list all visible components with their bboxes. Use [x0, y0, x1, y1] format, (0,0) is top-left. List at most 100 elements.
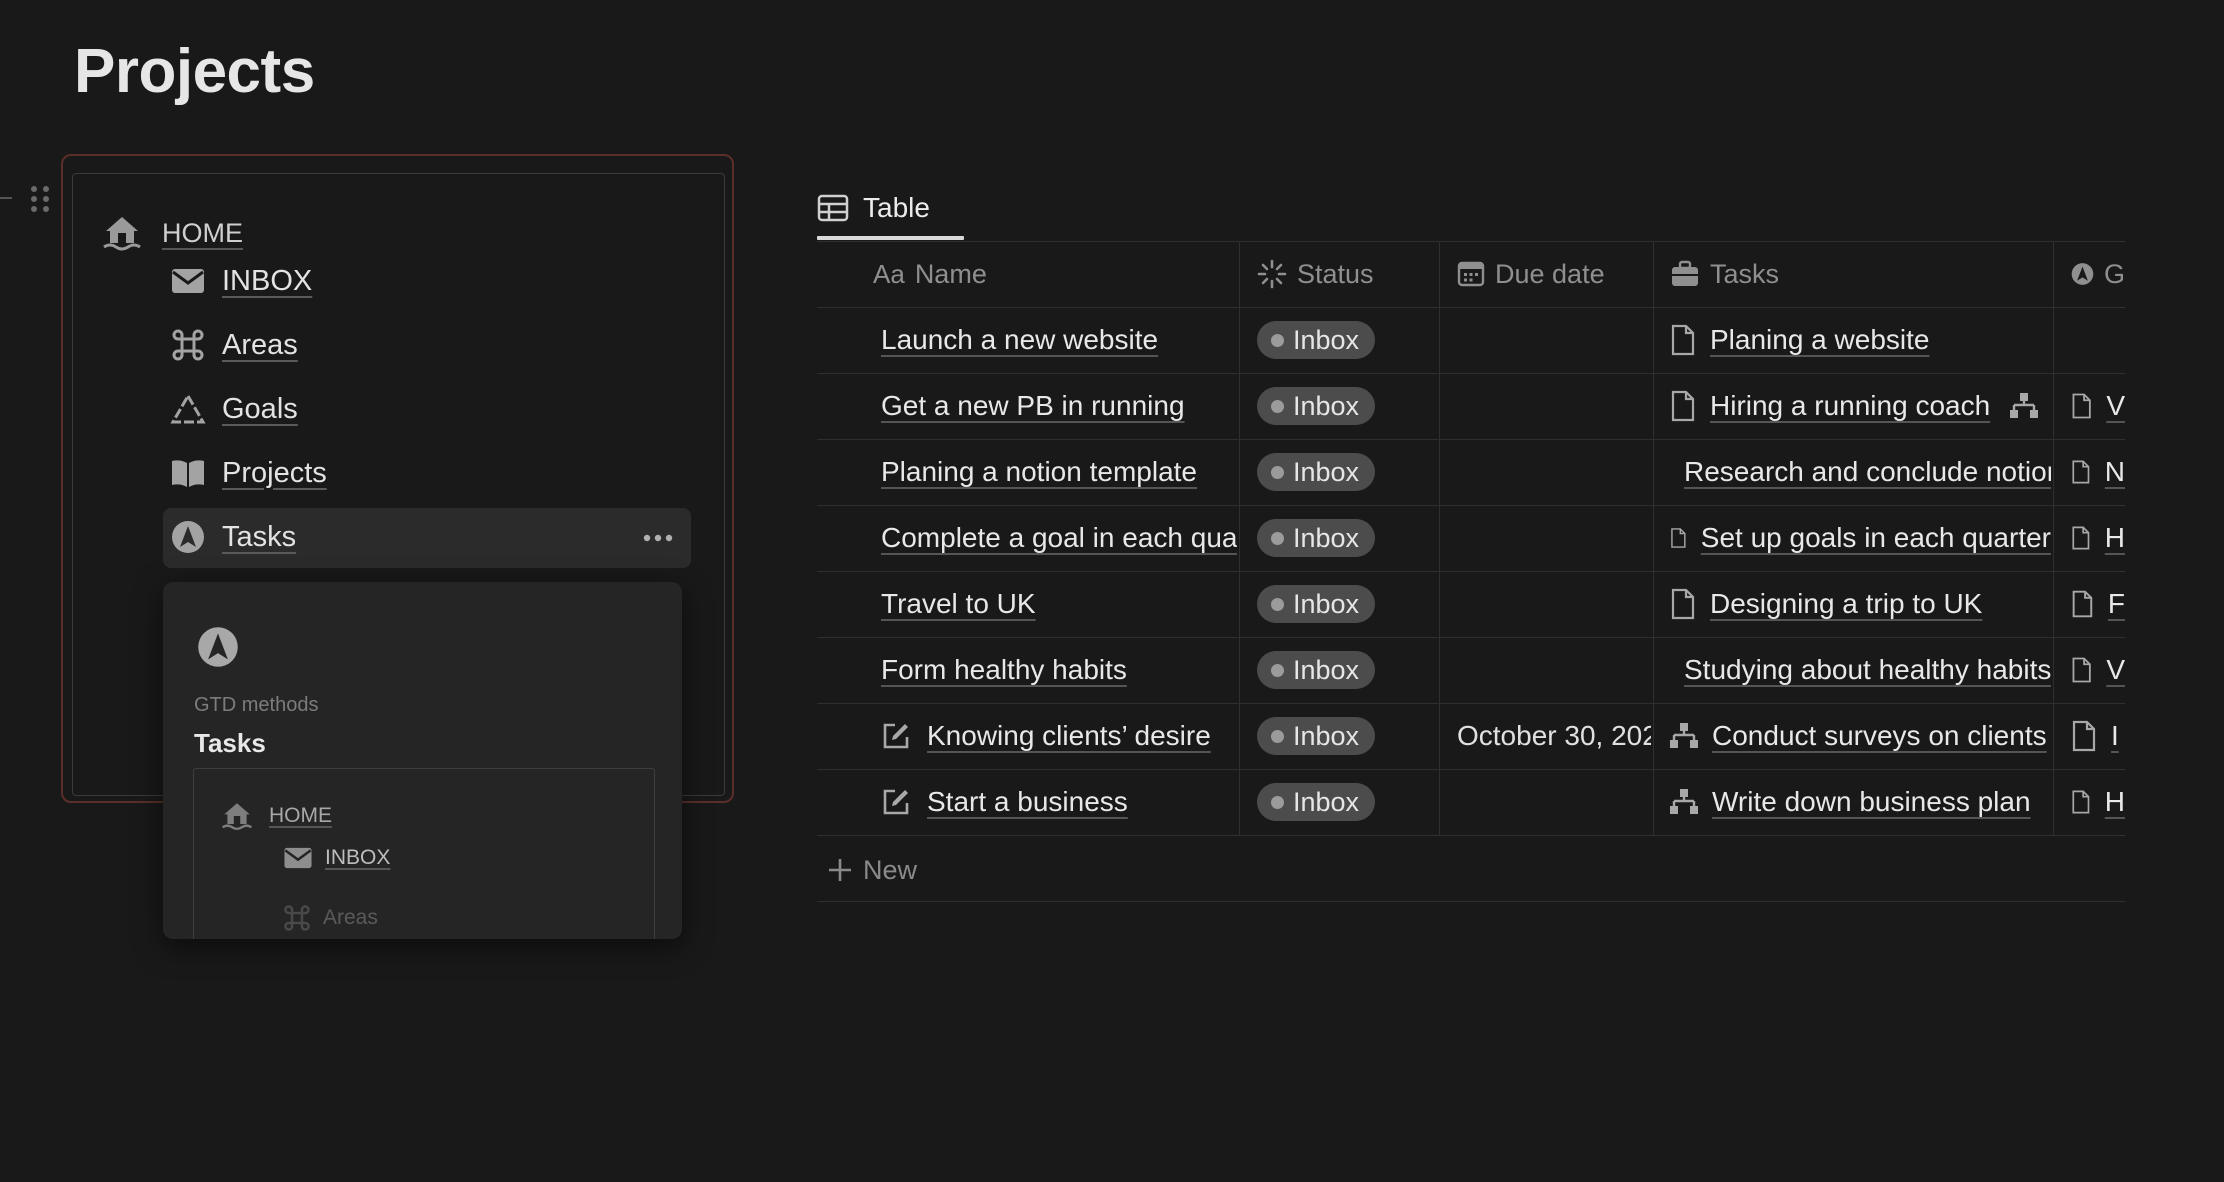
status-badge[interactable]: Inbox — [1257, 703, 1437, 769]
plus-icon — [829, 859, 851, 881]
command-icon — [170, 327, 206, 363]
task-relation[interactable]: Studying about healthy habits — [1670, 637, 2051, 703]
task-relation[interactable]: Research and conclude notion — [1670, 439, 2051, 505]
nav-item-label: INBOX — [222, 264, 313, 297]
page-icon — [1671, 324, 1695, 356]
preview-title: Tasks — [194, 728, 266, 758]
task-relation[interactable]: Write down business plan — [1670, 769, 2051, 835]
row-divider — [817, 901, 2125, 902]
nav-item-label: Areas — [222, 328, 298, 361]
text-property-icon: Aa — [873, 258, 905, 289]
task-relation[interactable]: Designing a trip to UK — [1670, 571, 2051, 637]
hierarchy-icon — [1670, 789, 1698, 814]
tab-table[interactable]: Table — [817, 176, 964, 240]
preview-areas-label: Areas — [323, 906, 378, 929]
nav-item-label: Goals — [222, 392, 298, 425]
column-divider — [1439, 241, 1440, 835]
house-icon — [103, 217, 141, 251]
page-icon — [2072, 657, 2091, 683]
tab-label: Table — [863, 192, 930, 223]
triangle-icon — [170, 391, 206, 427]
table-row-name[interactable]: Travel to UK — [881, 571, 1237, 637]
task-relation[interactable]: Conduct surveys on clients — [1670, 703, 2051, 769]
column-divider — [1653, 241, 1654, 835]
status-loader-icon — [1257, 259, 1287, 289]
task-relation[interactable]: Hiring a running coach — [1670, 373, 2051, 439]
house-icon — [221, 803, 253, 830]
table-row-name[interactable]: Get a new PB in running — [881, 373, 1237, 439]
page-preview-card: GTD methods Tasks HOME INBOX Areas — [163, 582, 682, 939]
table-row-name[interactable]: Form healthy habits — [881, 637, 1237, 703]
navigation-arrow-icon — [2071, 263, 2094, 285]
status-badge[interactable]: Inbox — [1257, 439, 1437, 505]
due-date-cell[interactable]: October 30, 2023 — [1457, 703, 1651, 769]
column-header-status[interactable]: Status — [1257, 241, 1447, 307]
extra-relation[interactable]: N — [2071, 439, 2125, 505]
command-icon — [284, 905, 310, 931]
extra-relation[interactable]: I — [2071, 703, 2125, 769]
status-badge[interactable]: Inbox — [1257, 637, 1437, 703]
nav-item-inbox[interactable]: INBOX — [170, 258, 312, 304]
status-badge[interactable]: Inbox — [1257, 373, 1437, 439]
edit-icon — [883, 789, 909, 815]
hierarchy-icon — [2010, 393, 2039, 418]
extra-relation[interactable]: F — [2071, 571, 2125, 637]
table-row-name[interactable]: Knowing clients’ desire — [881, 703, 1237, 769]
active-tab-indicator — [817, 236, 964, 240]
table-row-name[interactable]: Complete a goal in each quarter — [881, 505, 1237, 571]
extra-relation[interactable]: H — [2071, 505, 2125, 571]
status-badge[interactable]: Inbox — [1257, 769, 1437, 835]
edit-icon — [883, 723, 909, 749]
column-divider — [1239, 241, 1240, 835]
column-header-tasks[interactable]: Tasks — [1670, 241, 2060, 307]
envelope-icon — [284, 847, 312, 869]
table-row-name[interactable]: Start a business — [881, 769, 1237, 835]
table-row-name[interactable]: Launch a new website — [881, 307, 1237, 373]
page-icon — [2072, 590, 2093, 618]
preview-home-label: HOME — [269, 804, 332, 827]
table-row-name[interactable]: Planing a notion template — [881, 439, 1237, 505]
database-table: Aa Name Status Due date Tasks G Launch a… — [817, 241, 2125, 902]
nav-home-label: HOME — [162, 217, 243, 248]
briefcase-icon — [1672, 260, 1698, 286]
preview-parent-label: GTD methods — [194, 694, 319, 716]
extra-relation[interactable]: V — [2071, 637, 2125, 703]
nav-home-link[interactable]: HOME — [102, 210, 243, 256]
extra-relation[interactable]: H — [2071, 769, 2125, 835]
column-divider — [2053, 241, 2054, 835]
block-divider — [0, 197, 12, 199]
page-icon — [2072, 526, 2090, 550]
preview-areas-link: Areas — [283, 904, 378, 932]
column-header-name[interactable]: Aa Name — [873, 241, 1233, 307]
book-icon — [170, 455, 206, 491]
more-options-icon[interactable] — [640, 522, 676, 554]
table-icon — [817, 194, 849, 222]
page-icon — [2072, 460, 2090, 484]
navigation-arrow-icon — [197, 626, 239, 673]
page-icon — [1671, 390, 1695, 422]
page-icon — [1671, 528, 1686, 548]
extra-relation[interactable]: V — [2071, 373, 2125, 439]
task-relation[interactable]: Set up goals in each quarter — [1670, 505, 2051, 571]
page-icon — [1671, 588, 1695, 620]
status-badge[interactable]: Inbox — [1257, 307, 1437, 373]
nav-item-goals[interactable]: Goals — [170, 386, 298, 432]
preview-content-frame — [193, 768, 655, 939]
preview-home-link: HOME — [221, 800, 332, 832]
nav-item-areas[interactable]: Areas — [170, 322, 298, 368]
add-new-row-button[interactable]: New — [827, 845, 917, 895]
status-badge[interactable]: Inbox — [1257, 505, 1437, 571]
preview-inbox-link: INBOX — [283, 846, 390, 870]
preview-inbox-label: INBOX — [325, 846, 391, 869]
drag-handle-icon[interactable] — [28, 184, 52, 214]
column-header-extra[interactable]: G — [2071, 241, 2125, 307]
nav-item-projects[interactable]: Projects — [170, 450, 327, 496]
nav-item-label: Tasks — [222, 520, 297, 553]
task-relation[interactable]: Planing a website — [1670, 307, 2051, 373]
calendar-icon — [1457, 261, 1485, 287]
column-header-due-date[interactable]: Due date — [1457, 241, 1662, 307]
nav-item-tasks[interactable]: Tasks — [170, 514, 296, 560]
page-title: Projects — [74, 37, 315, 106]
status-badge[interactable]: Inbox — [1257, 571, 1437, 637]
envelope-icon — [170, 263, 206, 299]
